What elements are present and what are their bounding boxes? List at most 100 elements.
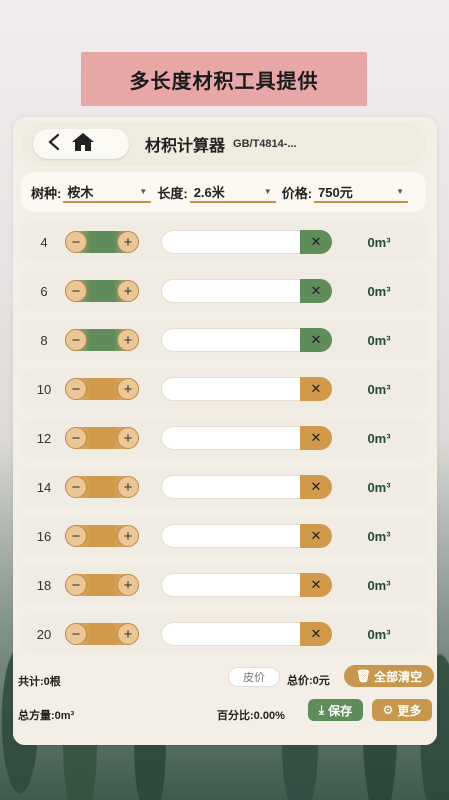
page-title: 材积计算器 [145, 138, 226, 155]
calculator-panel: 材积计算器 GB/T4814-... 树种: 桉木 ▼ 长度: 2.6米 ▼ 价… [13, 117, 437, 745]
close-icon: ✕ [310, 479, 322, 494]
plus-button[interactable]: + [117, 280, 139, 302]
save-icon: ⤓ [318, 702, 325, 717]
total-volume: 总方量:0m³ [18, 710, 75, 722]
clear-row-button[interactable]: ✕ [300, 377, 332, 401]
more-button[interactable]: ⚙ 更多 [372, 699, 432, 721]
clear-row-button[interactable]: ✕ [300, 524, 332, 548]
length-value: 2.6米 [193, 184, 225, 200]
volume-value: 0m³ [367, 430, 391, 446]
volume-value: 0m³ [367, 234, 391, 250]
back-icon[interactable] [47, 133, 61, 156]
close-icon: ✕ [310, 577, 322, 592]
clear-all-button[interactable]: 🗑 全部清空 [344, 665, 434, 687]
plus-button[interactable]: + [117, 378, 139, 400]
volume-value: 0m³ [367, 577, 391, 593]
quantity-input[interactable] [161, 230, 301, 254]
volume-value: 0m³ [367, 283, 391, 299]
filter-bar: 树种: 桉木 ▼ 长度: 2.6米 ▼ 价格: 750元 ▼ [21, 172, 426, 212]
plus-button[interactable]: + [117, 427, 139, 449]
peel-price-input[interactable]: 皮价 [228, 667, 280, 687]
clear-row-button[interactable]: ✕ [300, 279, 332, 303]
length-label: 6 [40, 283, 48, 299]
minus-button[interactable]: − [65, 427, 87, 449]
save-label: 保存 [328, 703, 353, 718]
quantity-stepper: − + [65, 427, 139, 449]
clear-row-button[interactable]: ✕ [300, 475, 332, 499]
quantity-input[interactable] [161, 524, 301, 548]
length-label: 12 [36, 430, 52, 446]
close-icon: ✕ [310, 234, 322, 249]
species-select[interactable]: 桉木 ▼ [63, 181, 152, 203]
species-value: 桉木 [67, 184, 94, 200]
table-row: 16− + ✕ 0m³ [19, 516, 429, 556]
minus-button[interactable]: − [65, 231, 87, 253]
quantity-input[interactable] [161, 328, 301, 352]
minus-button[interactable]: − [65, 476, 87, 498]
length-label: 4 [40, 234, 48, 250]
plus-button[interactable]: + [117, 623, 139, 645]
length-label: 18 [36, 577, 52, 593]
total-price: 总价:0元 [287, 675, 330, 687]
quantity-input[interactable] [161, 377, 301, 401]
quantity-stepper: − + [65, 378, 139, 400]
volume-value: 0m³ [367, 479, 391, 495]
promo-banner: 多长度材积工具提供 [81, 52, 367, 106]
save-button[interactable]: ⤓ 保存 [308, 699, 363, 721]
quantity-stepper: − + [65, 231, 139, 253]
volume-value: 0m³ [367, 332, 391, 348]
clear-row-button[interactable]: ✕ [300, 622, 332, 646]
length-rows: 4− + ✕ 0m³ 6− + ✕ 0m³ 8− + ✕ 0m³ 10− + ✕ 0m³ 12− + ✕ 0m³ 14−… [19, 222, 429, 663]
minus-button[interactable]: − [65, 378, 87, 400]
footer-bar: 共计:0根 皮价 总价:0元 🗑 全部清空 总方量:0m³ 百分比:0.00% … [13, 657, 437, 745]
close-icon: ✕ [310, 430, 322, 445]
clear-row-button[interactable]: ✕ [300, 573, 332, 597]
minus-button[interactable]: − [65, 623, 87, 645]
table-row: 18− + ✕ 0m³ [19, 565, 429, 605]
clear-row-button[interactable]: ✕ [300, 230, 332, 254]
volume-value: 0m³ [367, 626, 391, 642]
home-icon[interactable] [71, 132, 95, 157]
plus-button[interactable]: + [117, 329, 139, 351]
minus-button[interactable]: − [65, 574, 87, 596]
quantity-input[interactable] [161, 622, 301, 646]
quantity-stepper: − + [65, 623, 139, 645]
more-label: 更多 [397, 703, 422, 718]
chevron-down-icon: ▼ [396, 186, 405, 196]
quantity-stepper: − + [65, 574, 139, 596]
clear-row-button[interactable]: ✕ [300, 426, 332, 450]
minus-button[interactable]: − [65, 280, 87, 302]
volume-value: 0m³ [367, 528, 391, 544]
quantity-input[interactable] [161, 475, 301, 499]
length-select[interactable]: 2.6米 ▼ [189, 181, 276, 203]
minus-button[interactable]: − [65, 525, 87, 547]
quantity-input[interactable] [161, 426, 301, 450]
banner-title: 多长度材积工具提供 [129, 70, 319, 93]
table-row: 4− + ✕ 0m³ [19, 222, 429, 262]
table-row: 10− + ✕ 0m³ [19, 369, 429, 409]
clear-row-button[interactable]: ✕ [300, 328, 332, 352]
minus-button[interactable]: − [65, 329, 87, 351]
volume-value: 0m³ [367, 381, 391, 397]
close-icon: ✕ [310, 332, 322, 347]
length-label: 14 [36, 479, 52, 495]
plus-button[interactable]: + [117, 476, 139, 498]
standard-label: GB/T4814-... [233, 138, 297, 150]
close-icon: ✕ [310, 626, 322, 641]
quantity-input[interactable] [161, 279, 301, 303]
close-icon: ✕ [310, 283, 322, 298]
quantity-input[interactable] [161, 573, 301, 597]
plus-button[interactable]: + [117, 231, 139, 253]
species-label: 树种: [31, 185, 62, 201]
table-row: 6 − + ✕ 0m³ [19, 271, 429, 311]
quantity-stepper: − + [65, 329, 139, 351]
plus-button[interactable]: + [117, 574, 139, 596]
length-label: 8 [40, 332, 48, 348]
plus-button[interactable]: + [117, 525, 139, 547]
clear-all-label: 全部清空 [374, 669, 423, 684]
header-bar: 材积计算器 GB/T4814-... [21, 122, 426, 166]
price-select[interactable]: 750元 ▼ [314, 181, 409, 203]
close-icon: ✕ [310, 528, 322, 543]
log-count: 共计:0根 [18, 676, 61, 688]
percent-value: 百分比:0.00% [217, 710, 285, 722]
